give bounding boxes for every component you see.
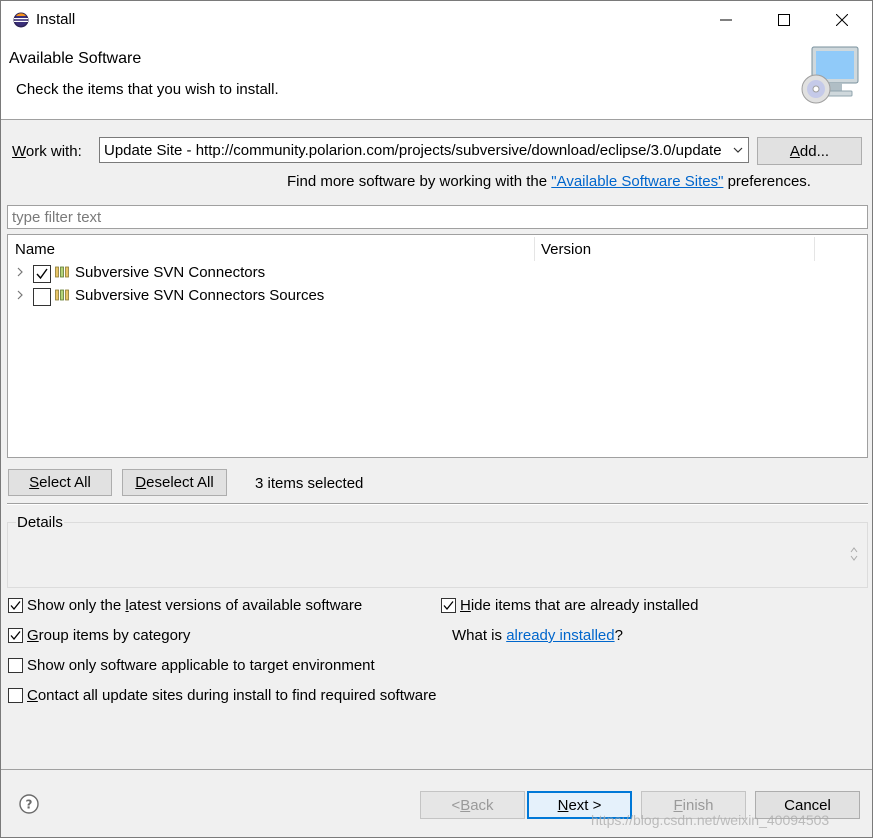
close-button[interactable] [813,1,871,39]
group-by-category-label[interactable]: Group items by category [27,627,190,644]
column-divider[interactable] [814,237,815,261]
help-icon[interactable]: ? [19,794,39,814]
hide-installed-label[interactable]: Hide items that are already installed [460,597,698,614]
details-panel [7,522,868,588]
chevron-right-icon[interactable] [16,289,24,301]
feature-icon [55,266,69,278]
title-bar: Install [1,1,872,39]
checkmark-icon [10,631,21,641]
watermark: https://blog.csdn.net/weixin_40094503 [591,812,830,828]
row-checkbox[interactable] [33,265,51,283]
minimize-icon [720,19,732,21]
maximize-button[interactable] [755,1,813,39]
close-icon [836,14,848,26]
work-with-label: Work with: [12,143,82,160]
applicable-software-checkbox[interactable] [8,658,23,673]
latest-versions-checkbox[interactable] [8,598,23,613]
applicable-software-label[interactable]: Show only software applicable to target … [27,657,375,674]
chevron-right-icon[interactable] [16,266,24,278]
add-button[interactable]: Add... [757,137,862,165]
checkmark-icon [443,601,454,611]
latest-versions-label[interactable]: Show only the latest versions of availab… [27,597,362,614]
page-description: Check the items that you wish to install… [16,81,279,98]
software-table: Name Version Subversive SVN Connectors S… [7,234,868,458]
available-software-sites-link[interactable]: "Available Software Sites" [551,173,723,190]
deselect-all-button[interactable]: Deselect All [122,469,227,496]
what-is-installed: What is already installed? [452,627,623,644]
checkmark-icon [10,601,21,611]
already-installed-link[interactable]: already installed [506,627,614,644]
maximize-icon [778,14,790,26]
checkmark-icon [36,268,48,280]
page-title: Available Software [9,50,142,67]
contact-update-sites-checkbox[interactable] [8,688,23,703]
table-row[interactable]: Subversive SVN Connectors [8,262,867,285]
chevron-down-icon [733,147,743,153]
filter-input[interactable]: type filter text [7,205,868,229]
column-header-version[interactable]: Version [534,235,814,261]
wizard-header: Available Software Check the items that … [1,39,872,120]
install-dialog: Install Available Software Check the ite… [0,0,873,838]
install-wizard-icon [801,46,859,104]
work-with-value: Update Site - http://community.polarion.… [104,142,722,159]
available-sites-info: Find more software by working with the "… [287,173,811,190]
footer-divider [1,769,872,770]
hide-installed-checkbox[interactable] [441,598,456,613]
row-label: Subversive SVN Connectors Sources [75,287,325,304]
back-button[interactable]: < Back [420,791,525,819]
select-all-button[interactable]: Select All [8,469,112,496]
svg-text:?: ? [26,798,33,812]
eclipse-icon [13,12,29,28]
scroll-arrows-icon[interactable] [849,545,859,563]
work-with-combo[interactable]: Update Site - http://community.polarion.… [99,137,749,163]
selection-status: 3 items selected [255,475,364,492]
minimize-button[interactable] [697,1,755,39]
column-header-name[interactable]: Name [8,235,534,261]
window-title: Install [36,11,76,28]
contact-update-sites-label[interactable]: Contact all update sites during install … [27,687,436,704]
row-label: Subversive SVN Connectors [75,264,266,281]
group-by-category-checkbox[interactable] [8,628,23,643]
divider [7,503,868,505]
row-checkbox[interactable] [33,288,51,306]
table-row[interactable]: Subversive SVN Connectors Sources [8,285,867,308]
feature-icon [55,289,69,301]
details-title: Details [16,514,64,531]
